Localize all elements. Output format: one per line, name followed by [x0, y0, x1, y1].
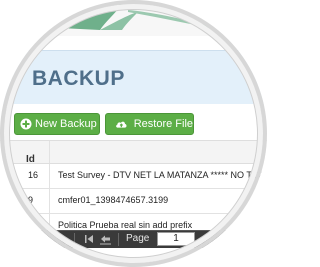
row-name: Politica Prueba real sin add prefix	[58, 220, 193, 230]
pager-divider	[74, 233, 75, 246]
column-divider	[49, 189, 50, 213]
toolbar: New Backup Restore File	[0, 104, 267, 140]
top-bar	[0, 0, 267, 36]
previous-page-icon[interactable]	[100, 234, 112, 245]
row-id: 9	[28, 195, 34, 205]
table-row[interactable]: 16 Test Survey - DTV NET LA MATANZA ****…	[0, 164, 267, 189]
new-backup-button[interactable]: New Backup	[14, 113, 100, 135]
pager-divider	[118, 233, 119, 246]
cloud-upload-icon	[116, 121, 127, 128]
restore-file-button[interactable]: Restore File	[105, 113, 194, 135]
row-name: Test Survey - DTV NET LA MATANZA ***** N…	[58, 170, 267, 180]
column-divider	[49, 141, 50, 163]
row-name: cmfer01_1398474657.3199	[58, 195, 169, 205]
table-header: Id	[0, 140, 267, 165]
backup-table: Id 16 Test Survey - DTV NET LA MATANZA *…	[0, 140, 267, 239]
first-page-icon[interactable]	[84, 234, 94, 244]
page-number-input[interactable]: 1	[157, 232, 195, 246]
column-divider	[49, 164, 50, 188]
page-header: BACKUP	[0, 50, 267, 105]
restore-file-label: Restore File	[133, 118, 193, 130]
new-backup-label: New Backup	[35, 118, 97, 130]
table-row[interactable]: 9 cmfer01_1398474657.3199	[0, 189, 267, 214]
magnifier-view: BACKUP New Backup Restore File Id 16 Tes…	[0, 0, 267, 267]
logo-swoosh-icon	[60, 4, 210, 30]
page-title: BACKUP	[32, 67, 125, 90]
row-id: 16	[28, 170, 39, 180]
page-label: Page	[126, 233, 150, 244]
plus-circle-icon	[20, 118, 32, 130]
pagination-bar: Page 1	[0, 230, 267, 248]
